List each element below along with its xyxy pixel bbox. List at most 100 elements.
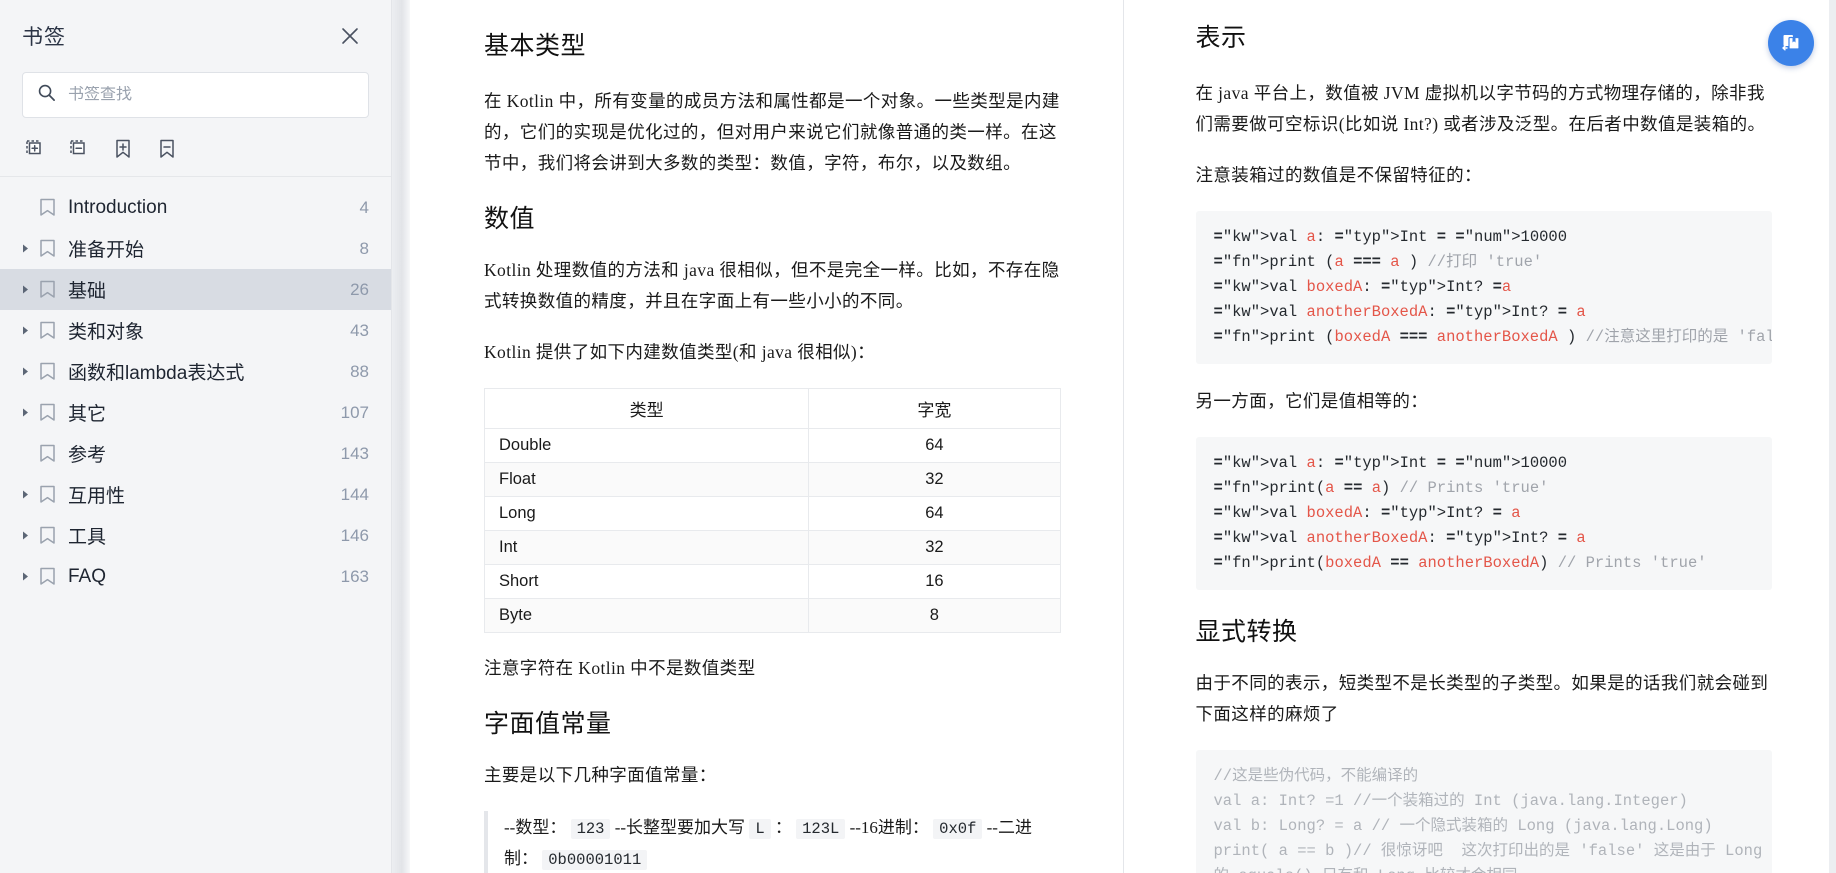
document-viewer: 基本类型 在 Kotlin 中，所有变量的成员方法和属性都是一个对象。一些类型是… (392, 0, 1836, 873)
bookmark-page-number: 107 (340, 402, 369, 422)
table-cell-type: Double (483, 428, 810, 463)
bookmark-icon (36, 567, 58, 586)
bookmark-label: 其它 (68, 404, 107, 425)
paragraph: 注意装箱过的数值是不保留特征的： (1195, 165, 1482, 185)
bookmark-tree-item[interactable]: 其它 107 (0, 392, 391, 433)
table-cell-type: Byte (483, 598, 810, 633)
bookmark-label: 互用性 (68, 486, 126, 507)
table-cell-type: Float (483, 462, 810, 497)
bookmark-label: 准备开始 (68, 240, 145, 261)
inline-code: L (749, 819, 771, 839)
inline-code: 123 (570, 819, 611, 839)
bookmark-icon (36, 485, 58, 504)
page-title: 基本类型 (484, 33, 587, 60)
blockquote-literals: --数型： 123 --长整型要加大写 L ： 123L --16进制： 0x0… (484, 811, 1061, 873)
chevron-right-icon[interactable] (14, 284, 36, 295)
table-cell-type: Short (483, 564, 810, 599)
code-block: ="kw">val a: ="typ">Int = ="num">10000 =… (1195, 437, 1772, 590)
paragraph: 主要是以下几种字面值常量： (484, 765, 717, 785)
bookmark-tree-item[interactable]: 类和对象 43 (0, 310, 391, 351)
chevron-right-icon[interactable] (14, 366, 36, 377)
document-page-right: 表示 在 java 平台上，数值被 JVM 虚拟机以字节码的方式物理存储的，除非… (1124, 0, 1836, 873)
table-cell-width: 32 (808, 530, 1061, 565)
paragraph: Kotlin 处理数值的方法和 java 很相似，但不是完全一样。比如，不存在隐… (484, 260, 1060, 311)
chevron-right-icon[interactable] (14, 407, 36, 418)
bookmark-icon (36, 362, 58, 381)
quote-text: ： (774, 818, 792, 837)
section-heading-explicit-conversion: 显式转换 (1195, 619, 1298, 646)
bookmark-tree-item[interactable]: 互用性 144 (0, 474, 391, 515)
bookmark-icon (36, 444, 58, 463)
bookmark-label: 类和对象 (68, 322, 145, 343)
bookmark-tree-item[interactable]: 基础 26 (0, 269, 391, 310)
bookmark-tree-item[interactable]: 参考 143 (0, 433, 391, 474)
chevron-right-icon[interactable] (14, 530, 36, 541)
inline-code: 123L (796, 819, 846, 839)
bookmark-icon (36, 280, 58, 299)
paragraph: Kotlin 提供了如下内建数值类型(和 java 很相似)： (484, 342, 876, 362)
app-root: 书签 书签查找 Introduction 4 准备开始 8 基础 26 类和对象… (0, 0, 1836, 873)
bookmark-tree-item[interactable]: 准备开始 8 (0, 228, 391, 269)
paragraph: 注意字符在 Kotlin 中不是数值类型 (484, 658, 756, 678)
chevron-right-icon[interactable] (14, 243, 36, 254)
bookmark-tree-item[interactable]: FAQ 163 (0, 556, 391, 597)
scrollbar-track[interactable] (1829, 0, 1836, 873)
page-gutter (392, 0, 410, 873)
close-icon[interactable] (335, 21, 365, 51)
bookmark-page-number: 4 (359, 197, 369, 217)
remove-bookmark-icon[interactable] (154, 136, 180, 162)
expand-all-icon[interactable] (22, 136, 48, 162)
table-row: Float 32 (483, 462, 1061, 497)
table-row: Long 64 (483, 496, 1061, 531)
search-box[interactable] (22, 72, 369, 118)
bookmark-page-number: 143 (340, 443, 369, 463)
chevron-right-icon[interactable] (14, 571, 36, 582)
table-row: Short 16 (483, 564, 1061, 599)
bookmark-tree-item[interactable]: 函数和lambda表达式 88 (0, 351, 391, 392)
table-cell-width: 8 (808, 598, 1061, 633)
bookmark-page-number: 163 (340, 566, 369, 586)
table-row: Double 64 (483, 428, 1061, 463)
quote-text: --16进制： (849, 818, 929, 837)
quote-text: --长整型要加大写 (614, 818, 746, 837)
table-header-row: 类型 字宽 (483, 388, 1061, 429)
chevron-right-icon[interactable] (14, 325, 36, 336)
search-input[interactable] (68, 86, 354, 104)
section-heading-numbers: 数值 (484, 206, 536, 233)
bookmark-label: 函数和lambda表达式 (68, 363, 245, 384)
table-cell-width: 32 (808, 462, 1061, 497)
table-cell-type: Int (483, 530, 810, 565)
bookmark-tree: Introduction 4 准备开始 8 基础 26 类和对象 43 函数和lambda表达式… (0, 177, 391, 873)
code-block: ="kw">val a: ="typ">Int = ="num">10000 =… (1195, 211, 1772, 364)
bookmark-label: 基础 (68, 281, 107, 302)
section-heading-representation: 表示 (1195, 25, 1247, 52)
table-row: Byte 8 (483, 598, 1061, 633)
sidebar-toolbar (0, 118, 391, 177)
bookmark-page-number: 144 (340, 484, 369, 504)
bookmark-icon (36, 239, 58, 258)
bookmark-tree-item[interactable]: 工具 146 (0, 515, 391, 556)
table-cell-width: 16 (808, 564, 1061, 599)
add-bookmark-icon[interactable] (110, 136, 136, 162)
bookmark-page-number: 8 (359, 238, 369, 258)
bookmark-page-number: 43 (350, 320, 369, 340)
table-row: Int 32 (483, 530, 1061, 565)
sidebar-header: 书签 (0, 0, 391, 72)
bookmark-label: 参考 (68, 445, 107, 466)
document-page-left: 基本类型 在 Kotlin 中，所有变量的成员方法和属性都是一个对象。一些类型是… (410, 0, 1123, 873)
bookmark-doc-icon[interactable] (1768, 20, 1814, 66)
paragraph: 在 Kotlin 中，所有变量的成员方法和属性都是一个对象。一些类型是内建的，它… (484, 91, 1060, 173)
bookmark-page-number: 146 (340, 525, 369, 545)
bookmark-icon (36, 526, 58, 545)
bookmark-tree-item[interactable]: Introduction 4 (0, 187, 391, 228)
table-header-cell: 字宽 (808, 388, 1061, 429)
section-heading-literals: 字面值常量 (484, 711, 612, 738)
search-icon (37, 83, 68, 107)
inline-code: 0x0f (933, 819, 983, 839)
collapse-all-icon[interactable] (66, 136, 92, 162)
sidebar-title: 书签 (22, 26, 66, 49)
bookmark-label: Introduction (68, 196, 168, 218)
chevron-right-icon[interactable] (14, 489, 36, 500)
code-block-pseudocode: //这是些伪代码，不能编译的 val a: Int? =1 //一个装箱过的 I… (1195, 750, 1772, 873)
bookmark-icon (36, 321, 58, 340)
